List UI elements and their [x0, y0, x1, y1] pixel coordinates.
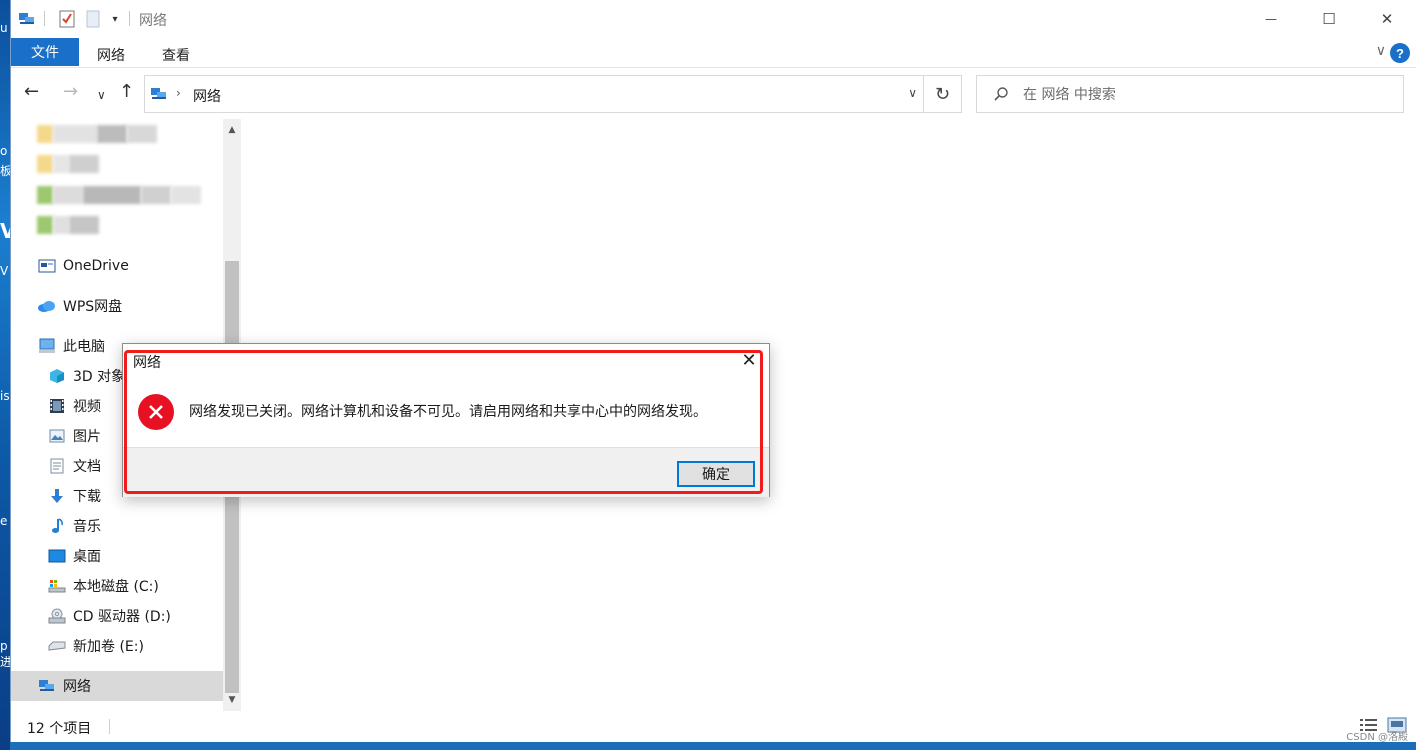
refresh-button[interactable]: ↻: [924, 75, 962, 113]
back-button[interactable]: ←: [24, 83, 39, 101]
blurred-item: [37, 155, 99, 173]
chevron-down-icon[interactable]: ∨: [908, 86, 917, 100]
sidebar-item-local-disk-c[interactable]: 本地磁盘 (C:): [47, 571, 159, 601]
close-button[interactable]: ✕: [1358, 0, 1416, 38]
blurred-item: [37, 186, 201, 204]
close-icon: ✕: [1380, 10, 1394, 28]
sidebar-item-label: 3D 对象: [73, 369, 126, 385]
address-bar[interactable]: › 网络 ∨: [144, 75, 924, 113]
title-bar: ▾ 网络 — ☐ ✕: [11, 0, 1416, 38]
forward-button[interactable]: →: [63, 83, 78, 101]
local-disk-icon: [47, 576, 67, 596]
blurred-item: [37, 125, 157, 143]
navigation-bar: ← → ∨ ↑ › 网络 ∨ ↻: [11, 69, 1416, 119]
blurred-item: [37, 216, 99, 234]
up-button[interactable]: ↑: [119, 83, 134, 101]
sidebar-item-label: 新加卷 (E:): [73, 639, 144, 655]
new-folder-icon[interactable]: [83, 9, 103, 29]
window-title: 网络: [139, 13, 167, 29]
sidebar-item-pictures[interactable]: 图片: [47, 421, 101, 451]
breadcrumb-chevron-icon[interactable]: ›: [176, 86, 181, 100]
volume-icon: [47, 636, 67, 656]
sidebar-item-label: 文档: [73, 459, 101, 475]
sidebar-item-downloads[interactable]: 下载: [47, 481, 101, 511]
minimize-icon: —: [1265, 12, 1277, 26]
download-icon: [47, 486, 67, 506]
sidebar-item-music[interactable]: 音乐: [47, 511, 101, 541]
separator: [109, 719, 110, 734]
pictures-icon: [47, 426, 67, 446]
error-dialog: 网络 ✕ 网络发现已关闭。网络计算机和设备不可见。请启用网络和共享中心中的网络发…: [122, 343, 770, 497]
ribbon: 文件 网络 查看 ∨ ?: [11, 38, 1416, 68]
search-icon: [993, 86, 1009, 106]
properties-icon[interactable]: [57, 9, 77, 29]
expand-ribbon-icon[interactable]: ∨: [1376, 43, 1386, 59]
sidebar-item-label: OneDrive: [63, 258, 129, 274]
sidebar-item-documents[interactable]: 文档: [47, 451, 101, 481]
sidebar-item-label: 音乐: [73, 519, 101, 535]
network-icon: [149, 85, 169, 107]
network-icon[interactable]: [17, 9, 37, 29]
help-icon[interactable]: ?: [1390, 43, 1410, 63]
customize-toolbar-icon[interactable]: ▾: [105, 9, 125, 29]
sidebar-item-label: 本地磁盘 (C:): [73, 579, 159, 595]
desktop-icon: [47, 546, 67, 566]
separator: [44, 11, 45, 26]
music-icon: [47, 516, 67, 536]
sidebar-item-label: WPS网盘: [63, 299, 123, 315]
sidebar-item-volume-e[interactable]: 新加卷 (E:): [47, 631, 144, 661]
sidebar-item-wps-drive[interactable]: WPS网盘: [37, 291, 122, 321]
search-box[interactable]: [976, 75, 1404, 113]
cd-drive-icon: [47, 606, 67, 626]
documents-icon: [47, 456, 67, 476]
status-bar: 12 个项目 CSDN @洛殿: [11, 711, 1416, 743]
sidebar-item-desktop[interactable]: 桌面: [47, 541, 101, 571]
sidebar-item-cd-drive-d[interactable]: CD 驱动器 (D:): [47, 601, 171, 631]
computer-icon: [37, 336, 57, 356]
dialog-footer: 确定: [123, 447, 769, 497]
sidebar-item-label: 桌面: [73, 549, 101, 565]
error-icon: [138, 394, 174, 430]
maximize-button[interactable]: ☐: [1300, 0, 1358, 38]
search-input[interactable]: [1023, 84, 1383, 106]
sidebar-item-label: 此电脑: [63, 339, 105, 355]
scroll-up-icon[interactable]: ▲: [223, 121, 241, 139]
sidebar-item-videos[interactable]: 视频: [47, 391, 101, 421]
minimize-button[interactable]: —: [1242, 0, 1300, 38]
dialog-message: 网络发现已关闭。网络计算机和设备不可见。请启用网络和共享中心中的网络发现。: [189, 404, 707, 420]
network-icon: [37, 676, 57, 696]
sidebar-item-label: 图片: [73, 429, 101, 445]
video-icon: [47, 396, 67, 416]
maximize-icon: ☐: [1322, 10, 1336, 28]
sidebar-item-this-pc[interactable]: 此电脑: [37, 331, 105, 361]
scroll-down-icon[interactable]: ▼: [223, 691, 241, 709]
sidebar-item-label: 视频: [73, 399, 101, 415]
tab-view[interactable]: 查看: [162, 45, 190, 65]
item-count: 12 个项目: [27, 721, 92, 737]
tab-file[interactable]: 文件: [11, 38, 79, 66]
tab-network[interactable]: 网络: [97, 45, 125, 65]
separator: [129, 11, 130, 26]
close-icon[interactable]: ✕: [737, 348, 761, 372]
recent-locations-button[interactable]: ∨: [97, 86, 106, 104]
breadcrumb[interactable]: 网络: [193, 86, 221, 106]
ok-button[interactable]: 确定: [677, 461, 755, 487]
sidebar-item-onedrive[interactable]: OneDrive: [37, 251, 129, 281]
3d-objects-icon: [47, 366, 67, 386]
dialog-title: 网络: [133, 355, 161, 371]
sidebar-item-3d-objects[interactable]: 3D 对象: [47, 361, 125, 391]
watermark: CSDN @洛殿: [1346, 732, 1408, 743]
desktop-background: u o 板 V V is e p 进: [0, 0, 15, 750]
sidebar-item-label: 网络: [63, 679, 91, 695]
cloud-icon: [37, 296, 57, 316]
onedrive-icon: [37, 256, 57, 276]
sidebar-item-label: 下载: [73, 489, 101, 505]
sidebar-item-label: CD 驱动器 (D:): [73, 609, 171, 625]
sidebar-item-network[interactable]: 网络: [11, 671, 223, 701]
